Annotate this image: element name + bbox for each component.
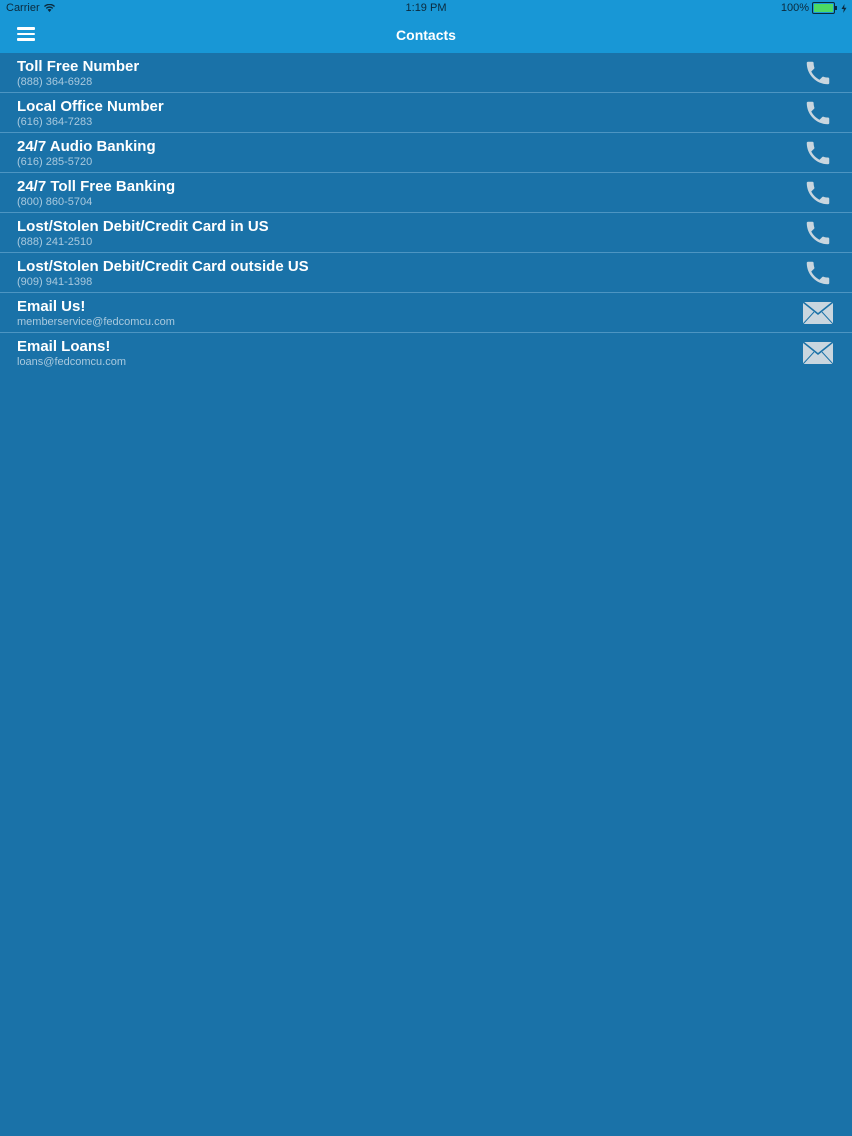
contact-name: Lost/Stolen Debit/Credit Card in US: [17, 218, 269, 235]
contact-name: 24/7 Toll Free Banking: [17, 178, 176, 195]
contact-detail: loans@fedcomcu.com: [17, 356, 126, 368]
phone-icon[interactable]: [803, 218, 833, 248]
contact-row-local-office[interactable]: Local Office Number (616) 364-7283: [0, 93, 852, 133]
contact-name: Local Office Number: [17, 98, 164, 115]
status-bar: Carrier 1:19 PM 100%: [0, 0, 852, 17]
charging-icon: [841, 3, 847, 13]
contact-detail: (800) 860-5704: [17, 196, 93, 208]
phone-icon[interactable]: [803, 58, 833, 88]
contact-row-lost-card-us[interactable]: Lost/Stolen Debit/Credit Card in US (888…: [0, 213, 852, 253]
battery-percent: 100%: [780, 2, 809, 14]
contact-detail: (888) 364-6928: [17, 76, 93, 88]
contact-row-email-us[interactable]: Email Us! memberservice@fedcomcu.com: [0, 293, 852, 333]
page-title: Contacts: [396, 27, 456, 43]
contact-detail: (616) 285-5720: [17, 156, 93, 168]
contact-detail: memberservice@fedcomcu.com: [17, 316, 175, 328]
contact-name: 24/7 Audio Banking: [17, 138, 156, 155]
phone-icon[interactable]: [803, 258, 833, 288]
envelope-icon[interactable]: [803, 338, 833, 368]
phone-icon[interactable]: [803, 138, 833, 168]
contact-row-toll-free[interactable]: Toll Free Number (888) 364-6928: [0, 53, 852, 93]
battery-icon: [812, 2, 837, 14]
phone-icon[interactable]: [803, 98, 833, 128]
contact-list: Toll Free Number (888) 364-6928 Local Of…: [0, 53, 852, 372]
contact-detail: (909) 941-1398: [17, 276, 93, 288]
status-time: 1:19 PM: [405, 2, 447, 14]
contact-name: Toll Free Number: [17, 58, 140, 75]
contact-row-audio-banking[interactable]: 24/7 Audio Banking (616) 285-5720: [0, 133, 852, 173]
envelope-icon[interactable]: [803, 298, 833, 328]
contact-detail: (888) 241-2510: [17, 236, 93, 248]
contact-name: Email Loans!: [17, 338, 111, 355]
contact-name: Lost/Stolen Debit/Credit Card outside US: [17, 258, 309, 275]
contact-row-lost-card-outside-us[interactable]: Lost/Stolen Debit/Credit Card outside US…: [0, 253, 852, 293]
contact-row-toll-free-banking[interactable]: 24/7 Toll Free Banking (800) 860-5704: [0, 173, 852, 213]
contact-detail: (616) 364-7283: [17, 116, 93, 128]
navigation-bar: Contacts: [0, 17, 852, 53]
battery-indicator: 100%: [781, 2, 847, 14]
contact-row-email-loans[interactable]: Email Loans! loans@fedcomcu.com: [0, 333, 852, 372]
contact-name: Email Us!: [17, 298, 86, 315]
phone-icon[interactable]: [803, 178, 833, 208]
